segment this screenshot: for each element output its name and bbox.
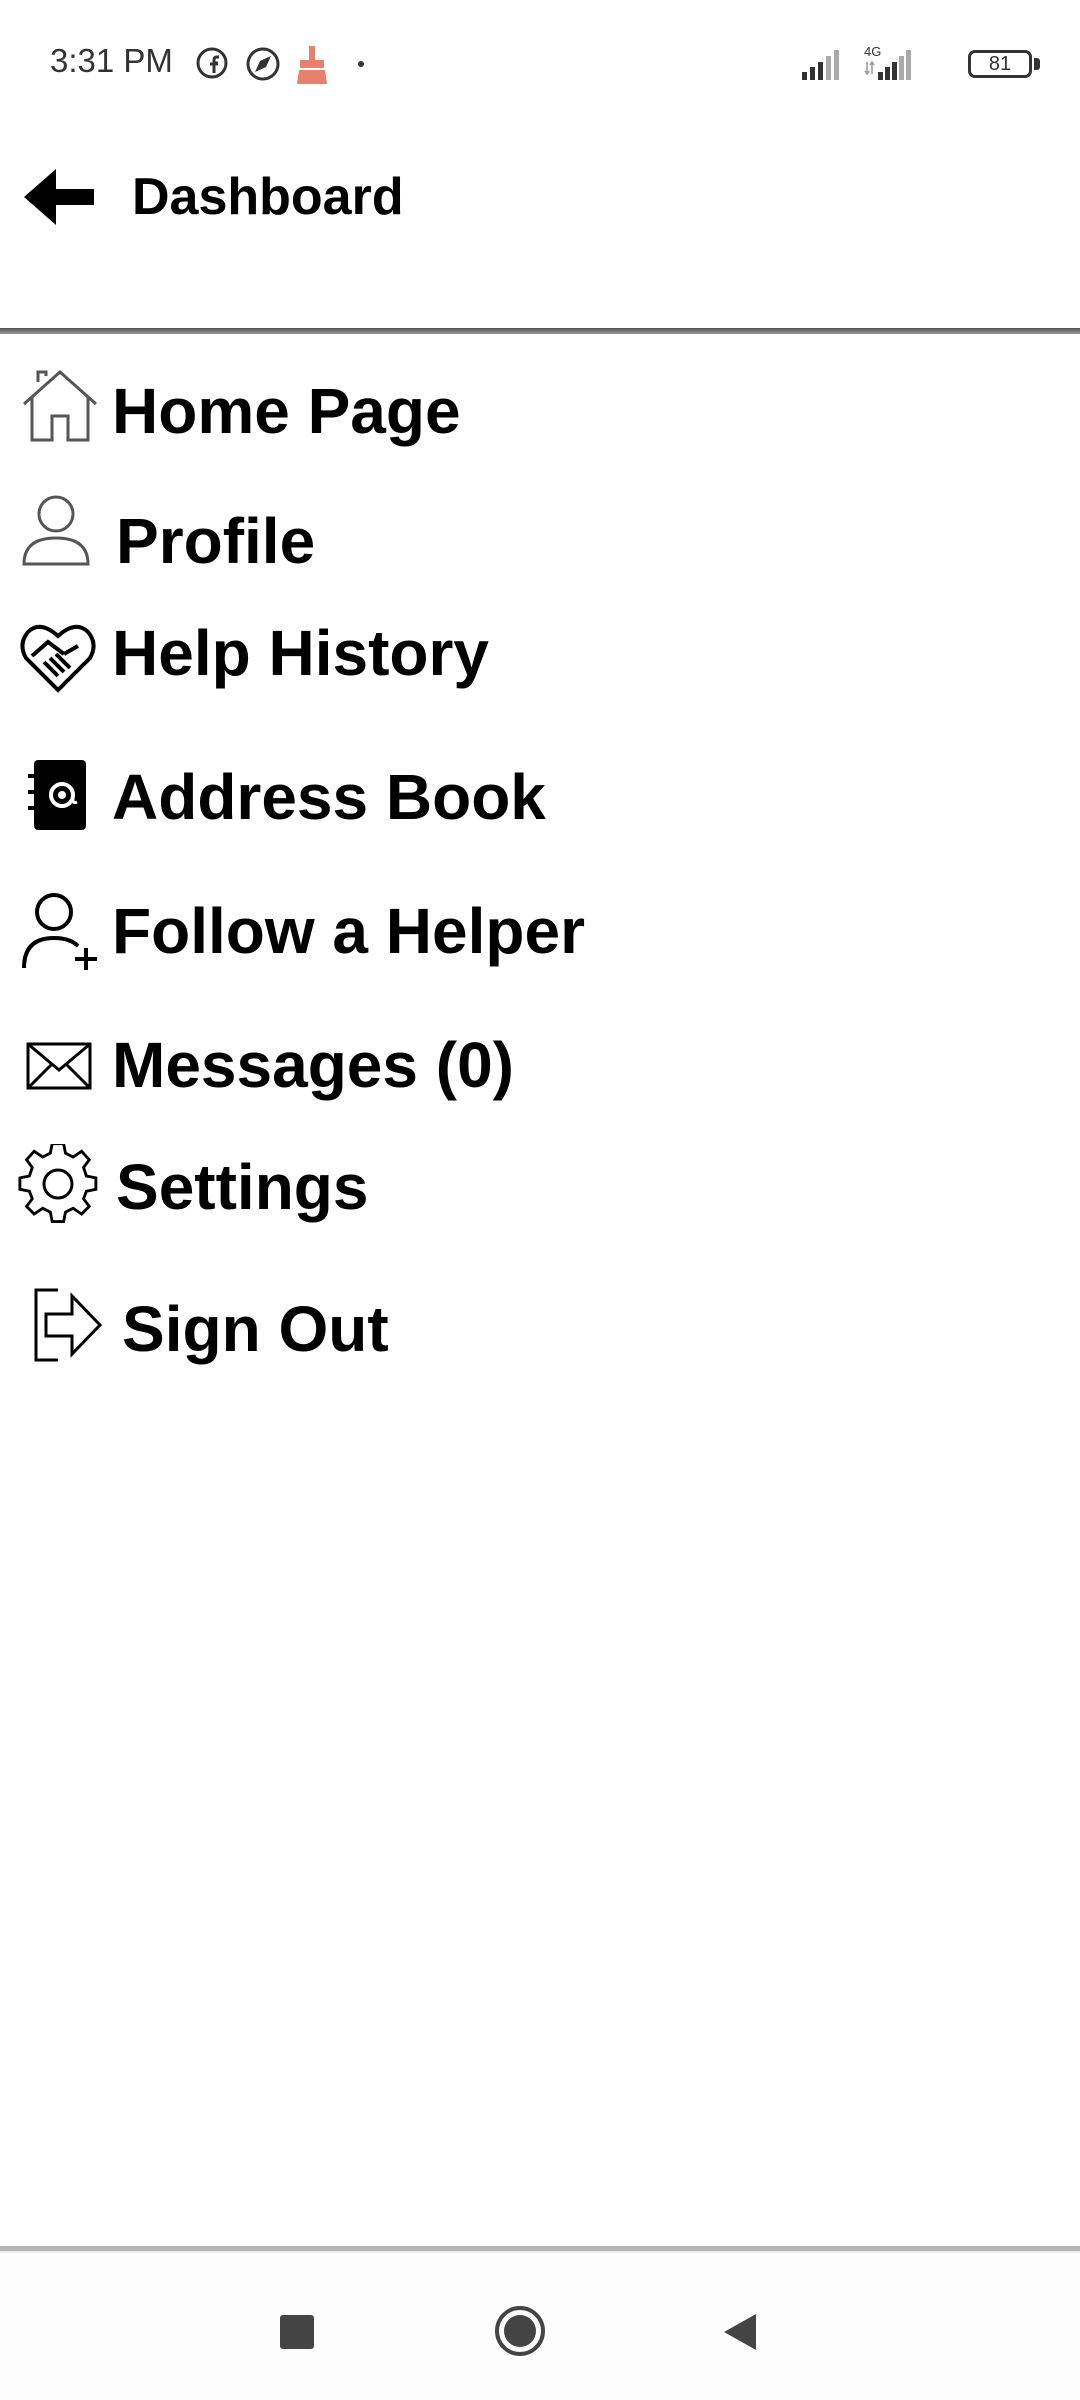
arrow-left-icon xyxy=(24,169,94,225)
facebook-icon xyxy=(196,47,228,79)
home-icon xyxy=(23,369,97,442)
page-title: Dashboard xyxy=(132,168,404,226)
status-time: 3:31 PM xyxy=(50,42,173,79)
gear-icon xyxy=(18,1144,98,1224)
menu-item-help-history[interactable]: Help History xyxy=(0,604,1080,714)
app-header: Dashboard xyxy=(0,130,1080,330)
handshake-heart-icon xyxy=(20,624,96,693)
back-button[interactable] xyxy=(20,165,100,230)
menu-item-address-book[interactable]: Address Book xyxy=(0,746,1080,856)
menu-item-profile[interactable]: Profile xyxy=(0,482,1080,592)
status-bar: 3:31 PM 4G 81 xyxy=(0,0,1080,130)
user-plus-icon xyxy=(22,893,97,970)
battery-tip xyxy=(1034,58,1040,70)
menu-label-home-page: Home Page xyxy=(112,375,461,447)
sign-out-icon xyxy=(34,1288,103,1362)
dot-icon xyxy=(358,61,364,67)
back-triangle-icon[interactable] xyxy=(722,2313,758,2351)
menu-label-profile: Profile xyxy=(116,505,316,577)
svg-text:4G: 4G xyxy=(864,44,881,59)
address-book-icon xyxy=(28,760,86,830)
status-system-icons: 4G 81 xyxy=(800,44,1040,84)
app-screen: 3:31 PM 4G 81 Dashboard Home Page Profil… xyxy=(0,0,1080,2400)
menu-label-help-history: Help History xyxy=(112,617,489,689)
recents-square-icon[interactable] xyxy=(280,2315,314,2349)
menu-item-follow-a-helper[interactable]: Follow a Helper xyxy=(0,880,1080,990)
home-circle-icon[interactable] xyxy=(494,2305,546,2357)
browser-icon xyxy=(246,47,280,81)
menu-label-messages: Messages (0) xyxy=(112,1029,514,1101)
menu-item-messages[interactable]: Messages (0) xyxy=(0,1014,1080,1124)
system-nav-bar xyxy=(0,2251,1080,2400)
cleaner-icon xyxy=(297,46,327,84)
envelope-icon xyxy=(26,1042,92,1090)
menu-item-settings[interactable]: Settings xyxy=(0,1136,1080,1246)
menu-item-home-page[interactable]: Home Page xyxy=(0,354,1080,464)
menu-label-address-book: Address Book xyxy=(112,761,546,833)
battery-level: 81 xyxy=(988,53,1012,75)
menu-item-sign-out[interactable]: Sign Out xyxy=(0,1274,1080,1384)
menu-label-sign-out: Sign Out xyxy=(122,1293,389,1365)
battery-icon: 81 xyxy=(968,50,1032,78)
user-icon xyxy=(22,495,90,566)
menu-label-settings: Settings xyxy=(116,1151,369,1223)
signal-4g-icon: 4G xyxy=(864,44,911,80)
signal-icon xyxy=(802,50,839,80)
menu-label-follow-a-helper: Follow a Helper xyxy=(112,895,585,967)
header-divider xyxy=(0,328,1080,334)
